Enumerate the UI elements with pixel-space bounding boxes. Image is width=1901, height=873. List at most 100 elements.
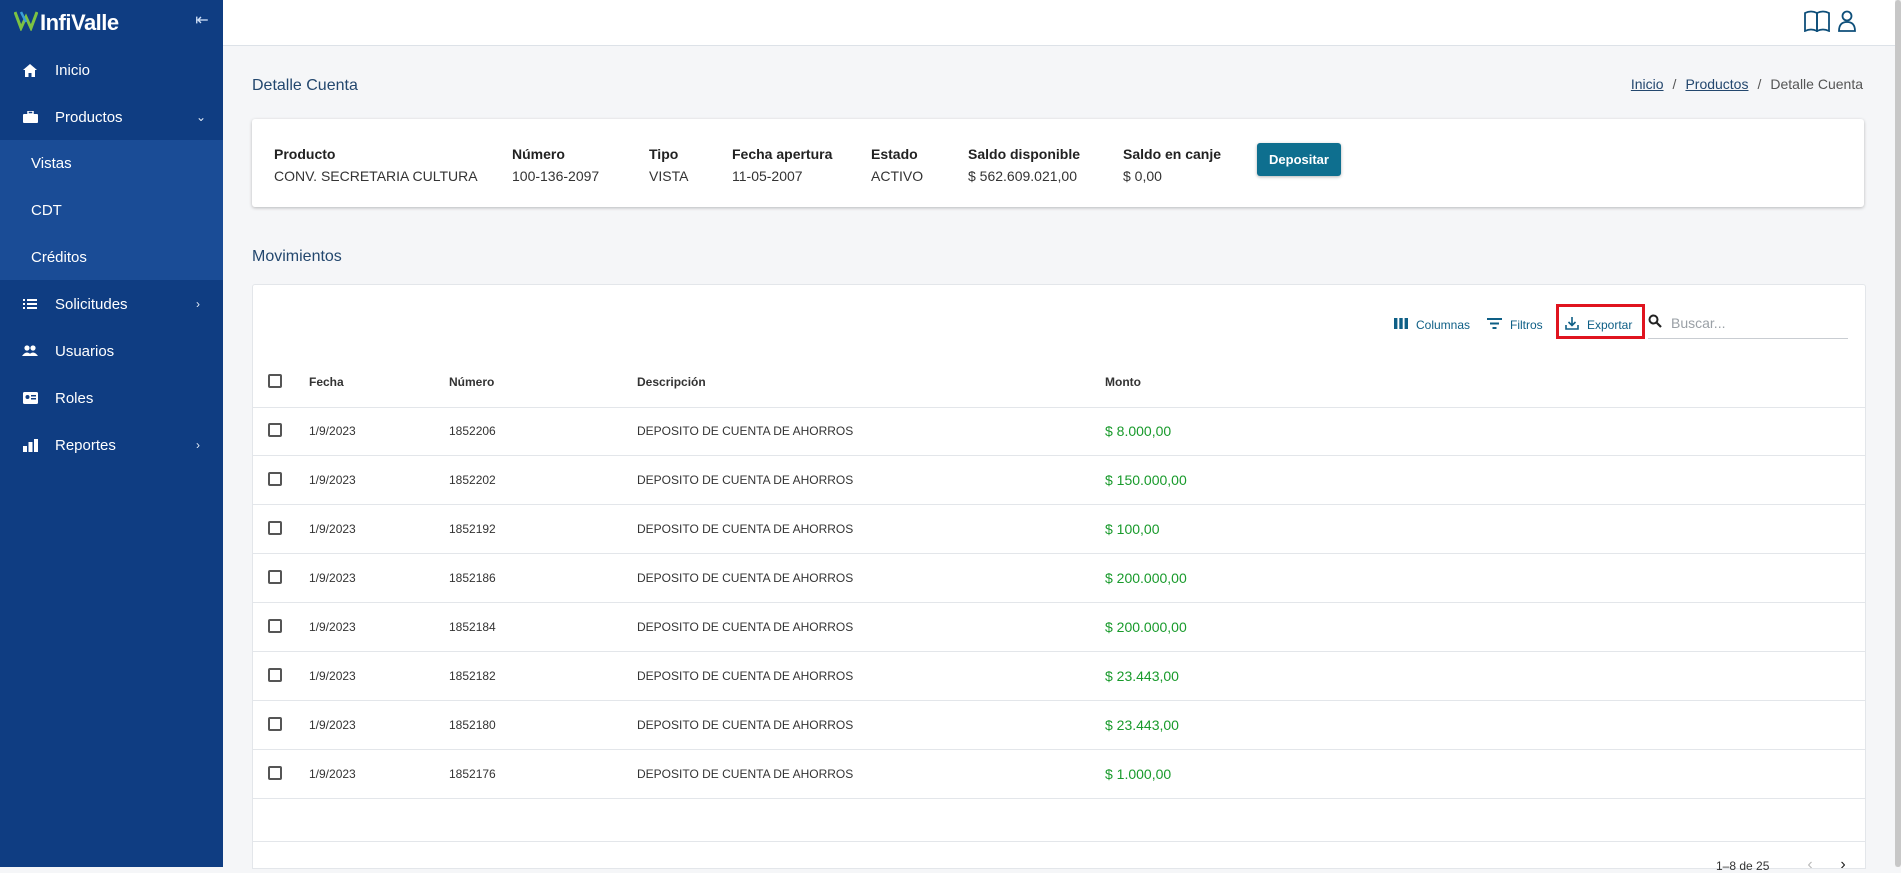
sidebar-item-reportes[interactable]: Reportes › (0, 422, 223, 468)
briefcase-icon (22, 109, 38, 125)
field-value: 100-136-2097 (512, 168, 600, 184)
table-header-row: Fecha Número Descripción Monto (253, 357, 1865, 408)
row-checkbox[interactable] (268, 717, 282, 731)
sidebar-item-usuarios[interactable]: Usuarios (0, 328, 223, 374)
logo-mark-icon (13, 9, 39, 37)
sidebar-item-label: Solicitudes (55, 295, 128, 313)
row-checkbox[interactable] (268, 619, 282, 633)
cell-numero: 1852202 (449, 473, 496, 487)
filters-button[interactable]: Filtros (1487, 312, 1543, 338)
cell-fecha: 1/9/2023 (309, 473, 356, 487)
cell-numero: 1852184 (449, 620, 496, 634)
sidebar-subitem-cdt[interactable]: CDT (0, 187, 223, 233)
movements-panel: Columnas Filtros Exportar Fecha Número D… (252, 284, 1866, 873)
field-numero: Número 100-136-2097 (512, 146, 599, 184)
sidebar-subitem-creditos[interactable]: Créditos (0, 234, 223, 280)
next-page-icon[interactable]: › (1835, 857, 1851, 873)
table-row[interactable]: 1/9/2023 1852206 DEPOSITO DE CUENTA DE AHO… (253, 407, 1865, 456)
column-header-monto[interactable]: Monto (1105, 357, 1141, 407)
sidebar-subitem-vistas[interactable]: Vistas (0, 140, 223, 186)
filter-icon (1487, 318, 1502, 332)
cell-monto: $ 200.000,00 (1105, 619, 1187, 635)
sidebar-item-inicio[interactable]: Inicio (0, 47, 223, 93)
row-checkbox[interactable] (268, 521, 282, 535)
sidebar-item-solicitudes[interactable]: Solicitudes › (0, 281, 223, 327)
table-row[interactable]: 1/9/2023 1852192 DEPOSITO DE CUENTA DE AHO… (253, 505, 1865, 554)
productos-submenu: Vistas CDT Créditos (0, 140, 223, 280)
columns-label: Columnas (1416, 318, 1471, 332)
sidebar-item-roles[interactable]: Roles (0, 375, 223, 421)
deposit-button[interactable]: Depositar (1257, 143, 1341, 176)
id-card-icon (22, 390, 38, 406)
cell-fecha: 1/9/2023 (309, 522, 356, 536)
book-icon[interactable] (1804, 10, 1830, 34)
field-label: Tipo (649, 146, 679, 162)
sidebar-subitem-label: Vistas (31, 154, 72, 172)
breadcrumb-link-inicio[interactable]: Inicio (1631, 76, 1664, 92)
table-row[interactable]: 1/9/2023 1852186 DEPOSITO DE CUENTA DE AHO… (253, 554, 1865, 603)
column-header-descripcion[interactable]: Descripción (637, 357, 706, 407)
sidebar-item-label: Inicio (55, 61, 91, 79)
sidebar-item-label: Usuarios (55, 342, 115, 360)
table-row[interactable]: 1/9/2023 1852202 DEPOSITO DE CUENTA DE AHO… (253, 456, 1865, 505)
cell-descripcion: DEPOSITO DE CUENTA DE AHORROS (637, 669, 854, 683)
search-input[interactable] (1669, 311, 1843, 335)
cell-fecha: 1/9/2023 (309, 424, 356, 438)
field-estado: Estado ACTIVO (871, 146, 923, 184)
cell-fecha: 1/9/2023 (309, 767, 356, 781)
columns-button[interactable]: Columnas (1394, 312, 1470, 338)
cell-monto: $ 23.443,00 (1105, 668, 1179, 684)
bar-chart-icon (22, 437, 38, 453)
field-label: Fecha apertura (732, 146, 833, 162)
cell-numero: 1852182 (449, 669, 496, 683)
row-checkbox[interactable] (268, 423, 282, 437)
cell-numero: 1852192 (449, 522, 496, 536)
table-row[interactable]: 1/9/2023 1852182 DEPOSITO DE CUENTA DE AHO… (253, 652, 1865, 701)
user-profile-icon[interactable] (1837, 10, 1863, 34)
cell-numero: 1852186 (449, 571, 496, 585)
cell-fecha: 1/9/2023 (309, 718, 356, 732)
cell-monto: $ 150.000,00 (1105, 472, 1187, 488)
table-row[interactable]: 1/9/2023 1852180 DEPOSITO DE CUENTA DE AHO… (253, 701, 1865, 750)
search-field (1648, 308, 1848, 339)
row-checkbox[interactable] (268, 570, 282, 584)
cell-descripcion: DEPOSITO DE CUENTA DE AHORROS (637, 522, 854, 536)
previous-page-icon[interactable]: ‹ (1802, 857, 1818, 873)
field-fecha-apertura: Fecha apertura 11-05-2007 (732, 146, 832, 184)
sidebar-item-productos[interactable]: Productos ⌄ (0, 94, 223, 140)
cell-monto: $ 23.443,00 (1105, 717, 1179, 733)
sidebar-subitem-label: Créditos (31, 248, 87, 266)
top-bar (223, 0, 1895, 46)
cell-descripcion: DEPOSITO DE CUENTA DE AHORROS (637, 767, 854, 781)
list-icon (22, 296, 38, 312)
cell-descripcion: DEPOSITO DE CUENTA DE AHORROS (637, 620, 854, 634)
row-checkbox[interactable] (268, 472, 282, 486)
sidebar-item-label: Roles (55, 389, 94, 407)
row-checkbox[interactable] (268, 766, 282, 780)
select-all-checkbox[interactable] (268, 374, 282, 388)
cell-numero: 1852176 (449, 767, 496, 781)
sidebar: InfiValle ⇤ Inicio Productos ⌄ Vistas CD… (0, 0, 223, 867)
export-label: Exportar (1587, 318, 1633, 332)
cell-monto: $ 100,00 (1105, 521, 1160, 537)
export-button[interactable]: Exportar (1565, 312, 1632, 338)
cell-numero: 1852206 (449, 424, 496, 438)
field-label: Estado (871, 146, 918, 162)
app-logo[interactable]: InfiValle (13, 6, 119, 40)
table-row[interactable]: 1/9/2023 1852184 DEPOSITO DE CUENTA DE AHO… (253, 603, 1865, 652)
breadcrumb-link-productos[interactable]: Productos (1685, 76, 1748, 92)
column-header-numero[interactable]: Número (449, 357, 494, 407)
row-checkbox[interactable] (268, 668, 282, 682)
breadcrumb: Inicio / Productos / Detalle Cuenta (1630, 76, 1863, 92)
collapse-sidebar-icon[interactable]: ⇤ (194, 12, 210, 30)
cell-fecha: 1/9/2023 (309, 620, 356, 634)
table-row[interactable]: 1/9/2023 1852176 DEPOSITO DE CUENTA DE AHO… (253, 750, 1865, 799)
download-icon (1565, 317, 1579, 333)
cell-descripcion: DEPOSITO DE CUENTA DE AHORROS (637, 718, 854, 732)
table-footer-divider (253, 841, 1865, 842)
field-value: VISTA (649, 168, 689, 184)
page-scrollbar-thumb[interactable] (1895, 0, 1901, 867)
breadcrumb-current: Detalle Cuenta (1770, 76, 1863, 92)
field-value: 11-05-2007 (732, 168, 803, 184)
column-header-fecha[interactable]: Fecha (309, 357, 344, 407)
